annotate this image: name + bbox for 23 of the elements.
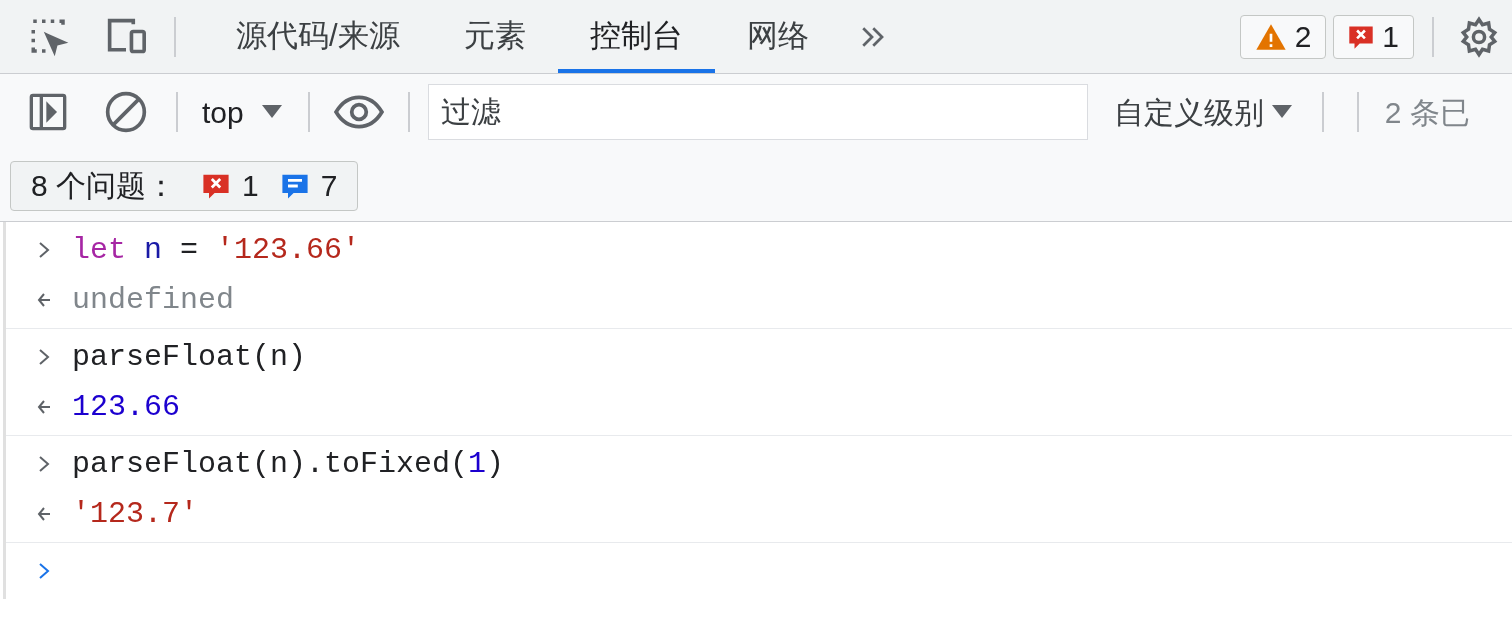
command-text: parseFloat(n) (72, 338, 307, 376)
result-text: 123.66 (72, 388, 181, 426)
levels-dropdown[interactable]: 自定义级别 (1113, 89, 1292, 135)
context-dropdown[interactable]: top (202, 89, 282, 135)
dropdown-caret-icon (261, 105, 282, 119)
settings-icon[interactable] (1458, 15, 1500, 58)
panel-tab[interactable]: 源代码/来源 (204, 0, 432, 73)
eye-icon[interactable] (333, 95, 384, 129)
command-text: parseFloat(n).toFixed(1) (72, 445, 505, 483)
result-text: '123.7' (72, 495, 199, 533)
panel-tab[interactable]: 元素 (431, 0, 558, 73)
warning-icon (1254, 22, 1287, 51)
filter-field[interactable]: 过滤 (427, 84, 1088, 140)
warnings-button[interactable]: 2 (1239, 14, 1327, 59)
sidebar-icon[interactable] (28, 92, 68, 132)
result-text: undefined (72, 281, 235, 319)
dropdown-caret-icon (1271, 105, 1292, 119)
clear-icon[interactable] (104, 90, 148, 134)
issues-button[interactable]: 8 个问题： 1 7 (10, 160, 359, 211)
hidden-count: 2 条已 (1384, 94, 1470, 131)
errors-button[interactable]: 1 (1333, 14, 1414, 59)
panel-tab[interactable]: 网络 (714, 0, 841, 73)
command-text: let n = '123.66' (72, 231, 361, 269)
